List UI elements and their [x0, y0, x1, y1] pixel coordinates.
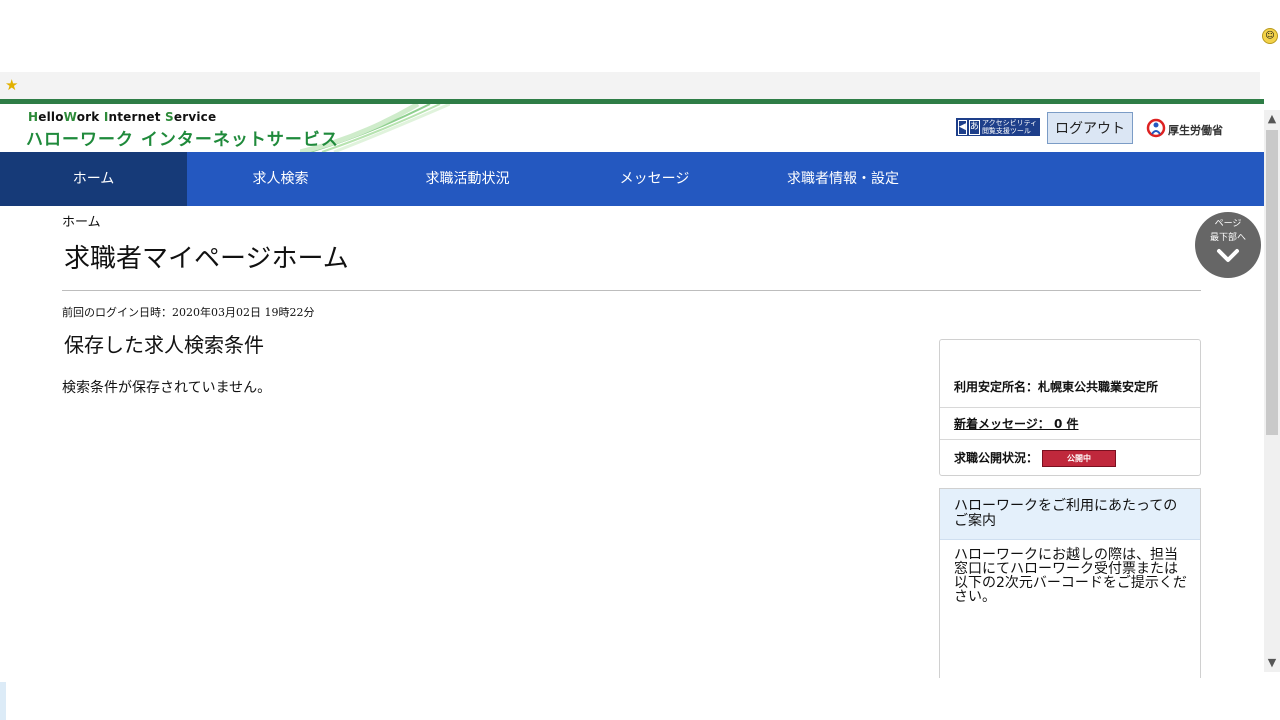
logo-text: ello: [38, 110, 64, 124]
mhlw-mark-icon: [1146, 118, 1166, 138]
saved-search-empty-message: 検索条件が保存されていません。: [62, 380, 272, 396]
office-name: 利用安定所名：札幌東公共職業安定所: [954, 380, 1159, 394]
nav-job-search[interactable]: 求人検索: [187, 152, 374, 206]
main-nav: ホーム 求人検索 求職活動状況 メッセージ 求職者情報・設定: [0, 152, 1264, 206]
guide-title: ハローワークをご利用にあたってのご案内: [954, 498, 1178, 529]
page-scrollbar[interactable]: ▲ ▼: [1264, 110, 1280, 672]
bottom-left-edge: [0, 682, 6, 720]
logo-letter: W: [63, 110, 77, 124]
page-title: 求職者マイページホーム: [64, 244, 349, 274]
chevron-down-icon: [1217, 249, 1239, 262]
title-divider: [62, 290, 1201, 291]
info-divider: [940, 439, 1200, 440]
logo-text: ork: [76, 110, 104, 124]
guide-body: ハローワークにお越しの際は、担当窓口にてハローワーク受付票または以下の2次元バー…: [954, 547, 1187, 605]
favorites-bar: ★: [0, 72, 1260, 100]
logo-english[interactable]: HelloWork Internet Service: [28, 110, 216, 124]
guide-header: ハローワークをご利用にあたってのご案内: [940, 489, 1200, 540]
bottom-area: [0, 682, 1280, 720]
scroll-thumb[interactable]: [1266, 130, 1278, 435]
nav-profile-settings[interactable]: 求職者情報・設定: [748, 152, 938, 206]
breadcrumb: ホーム: [62, 215, 101, 230]
mhlw-label: 厚生労働省: [1168, 124, 1223, 137]
page-bottom-label-2: 最下部へ: [1209, 233, 1246, 243]
site-header: HelloWork Internet Service ハローワーク インターネッ…: [0, 104, 1264, 152]
new-messages-link[interactable]: 新着メッセージ： 0 件: [954, 415, 1078, 432]
scroll-up-icon[interactable]: ▲: [1264, 110, 1280, 128]
public-status-label: 求職公開状況：: [954, 451, 1039, 465]
speaker-icon: ◀: [958, 119, 967, 135]
mhlw-logo[interactable]: 厚生労働省: [1146, 114, 1226, 142]
scroll-down-icon[interactable]: ▼: [1264, 654, 1280, 672]
accessibility-label: アクセシビリティ 閲覧支援ツール: [981, 119, 1038, 135]
nav-activity-status[interactable]: 求職活動状況: [374, 152, 561, 206]
nav-messages[interactable]: メッセージ: [561, 152, 748, 206]
last-login-text: 前回のログイン日時：2020年03月02日 19時22分: [62, 306, 315, 319]
favorites-star-icon[interactable]: ★: [5, 77, 18, 93]
info-divider: [940, 407, 1200, 408]
hiragana-icon: あ: [968, 119, 980, 135]
guide-panel: ハローワークをご利用にあたってのご案内 ハローワークにお越しの際は、担当窓口にて…: [939, 488, 1201, 678]
browser-top-area: [0, 0, 1260, 72]
logout-button[interactable]: ログアウト: [1047, 112, 1133, 144]
public-status-row: 求職公開状況： 公開中: [954, 449, 1117, 467]
logo-text: ervice: [173, 110, 217, 124]
logo-text: nternet: [108, 110, 166, 124]
page-bottom-label-1: ページ: [1214, 219, 1242, 229]
smiley-icon[interactable]: ☺: [1262, 28, 1278, 44]
accessibility-tool-button[interactable]: ◀ あ アクセシビリティ 閲覧支援ツール: [956, 118, 1040, 136]
status-badge: 公開中: [1042, 450, 1117, 467]
page-bottom-button[interactable]: ページ 最下部へ: [1195, 212, 1261, 278]
logo-letter: H: [28, 110, 39, 124]
logo-japanese[interactable]: ハローワーク インターネットサービス: [26, 125, 339, 150]
user-info-panel: 利用安定所名：札幌東公共職業安定所 新着メッセージ： 0 件 求職公開状況： 公開…: [939, 339, 1201, 476]
saved-search-title: 保存した求人検索条件: [64, 333, 264, 357]
nav-home[interactable]: ホーム: [0, 152, 187, 206]
logo-letter: S: [165, 110, 174, 124]
